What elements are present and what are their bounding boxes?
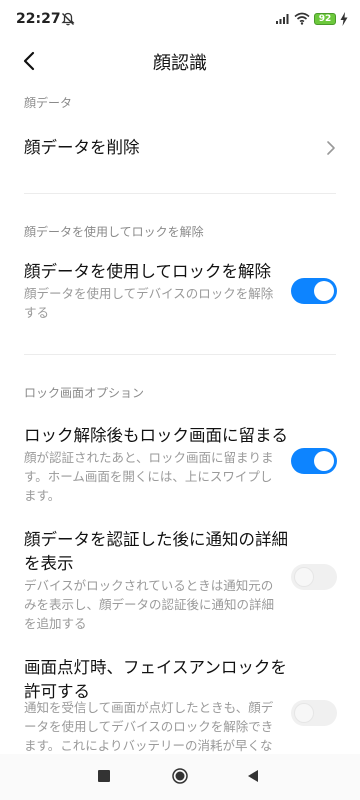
delete-face-data-label: 顔データを削除	[24, 138, 140, 157]
charging-bolt-icon	[340, 12, 348, 26]
allow-unlock-on-screen-on-row[interactable]: 画面点灯時、フェイスアンロックを 許可する 通知を受信して画面が点灯したときも、…	[0, 654, 360, 754]
nav-back-button[interactable]	[246, 768, 260, 784]
battery-icon: 92	[314, 13, 336, 25]
description-line: 顔データを使用してデバイスのロックを解除	[24, 286, 274, 301]
signal-icon	[276, 14, 289, 24]
toggle-knob	[294, 567, 314, 587]
stay-on-lock-screen-row[interactable]: ロック解除後もロック画面に留まる 顔が認証されたあと、ロック画面に留まりま す。…	[0, 422, 360, 505]
description-line: 通知を受信して画面が点灯したときも、顔デ	[24, 700, 274, 715]
toggle-knob	[314, 451, 334, 471]
recents-button[interactable]	[98, 770, 110, 782]
description-line: デバイスがロックされているときは通知元の	[24, 578, 274, 593]
description-line: す。ホーム画面を開くには、上にスワイプし	[24, 469, 273, 484]
title-line: 顔データを認証した後に通知の詳細	[24, 530, 288, 549]
show-notification-details-toggle[interactable]	[291, 564, 337, 590]
description-line: 顔が認証されたあと、ロック画面に留まりま	[24, 450, 274, 465]
face-unlock-toggle[interactable]	[291, 278, 337, 304]
description-line: ータを使用してデバイスのロックを解除でき	[24, 719, 274, 734]
chevron-right-icon	[327, 141, 335, 155]
face-unlock-description: 顔データを使用してデバイスのロックを解除 する	[24, 284, 280, 322]
status-time: 22:27	[16, 11, 61, 27]
show-notification-details-title: 顔データを認証した後に通知の詳細 を表示	[24, 528, 288, 576]
header: 顔認識	[0, 40, 360, 82]
title-line: 画面点灯時、フェイスアンロックを	[24, 658, 287, 677]
show-notification-details-row[interactable]: 顔データを認証した後に通知の詳細 を表示 デバイスがロックされているときは通知元…	[0, 526, 360, 633]
description-line: する	[24, 305, 50, 320]
section-header-unlock: 顔データを使用してロックを解除	[24, 225, 204, 239]
divider	[24, 193, 336, 194]
notifications-off-icon	[61, 12, 75, 26]
description-line: ます。	[24, 488, 61, 503]
divider	[24, 354, 336, 355]
allow-unlock-on-screen-on-description: 通知を受信して画面が点灯したときも、顔デ ータを使用してデバイスのロックを解除で…	[24, 698, 280, 755]
home-button[interactable]	[172, 768, 188, 784]
show-notification-details-description: デバイスがロックされているときは通知元の みを表示し、顔データの認証後に通知の詳…	[24, 576, 280, 633]
allow-unlock-on-screen-on-toggle[interactable]	[291, 700, 337, 726]
toggle-knob	[294, 703, 314, 723]
navigation-bar	[0, 754, 360, 800]
description-line: を追加する	[24, 616, 87, 631]
stay-on-lock-screen-title: ロック解除後もロック画面に留まる	[24, 426, 288, 445]
description-line: みを表示し、顔データの認証後に通知の詳細	[24, 597, 275, 612]
section-header-face-data: 顔データ	[24, 96, 73, 110]
stay-on-lock-screen-description: 顔が認証されたあと、ロック画面に留まりま す。ホーム画面を開くには、上にスワイプ…	[24, 448, 280, 505]
title-line: を表示	[24, 554, 74, 573]
stay-on-lock-screen-toggle[interactable]	[291, 448, 337, 474]
toggle-knob	[314, 281, 334, 301]
face-unlock-title: 顔データを使用してロックを解除	[24, 262, 272, 281]
page-title: 顔認識	[153, 53, 207, 74]
status-bar: 22:27 92	[0, 0, 360, 40]
face-unlock-row[interactable]: 顔データを使用してロックを解除 顔データを使用してデバイスのロックを解除 する	[0, 256, 360, 326]
delete-face-data-row[interactable]: 顔データを削除	[0, 124, 360, 172]
section-header-lock-screen: ロック画面オプション	[24, 386, 145, 400]
wifi-icon	[294, 12, 310, 25]
allow-unlock-on-screen-on-title: 画面点灯時、フェイスアンロックを 許可する	[24, 656, 287, 704]
description-line: ます。これによりバッテリーの消耗が早くな	[24, 738, 273, 753]
